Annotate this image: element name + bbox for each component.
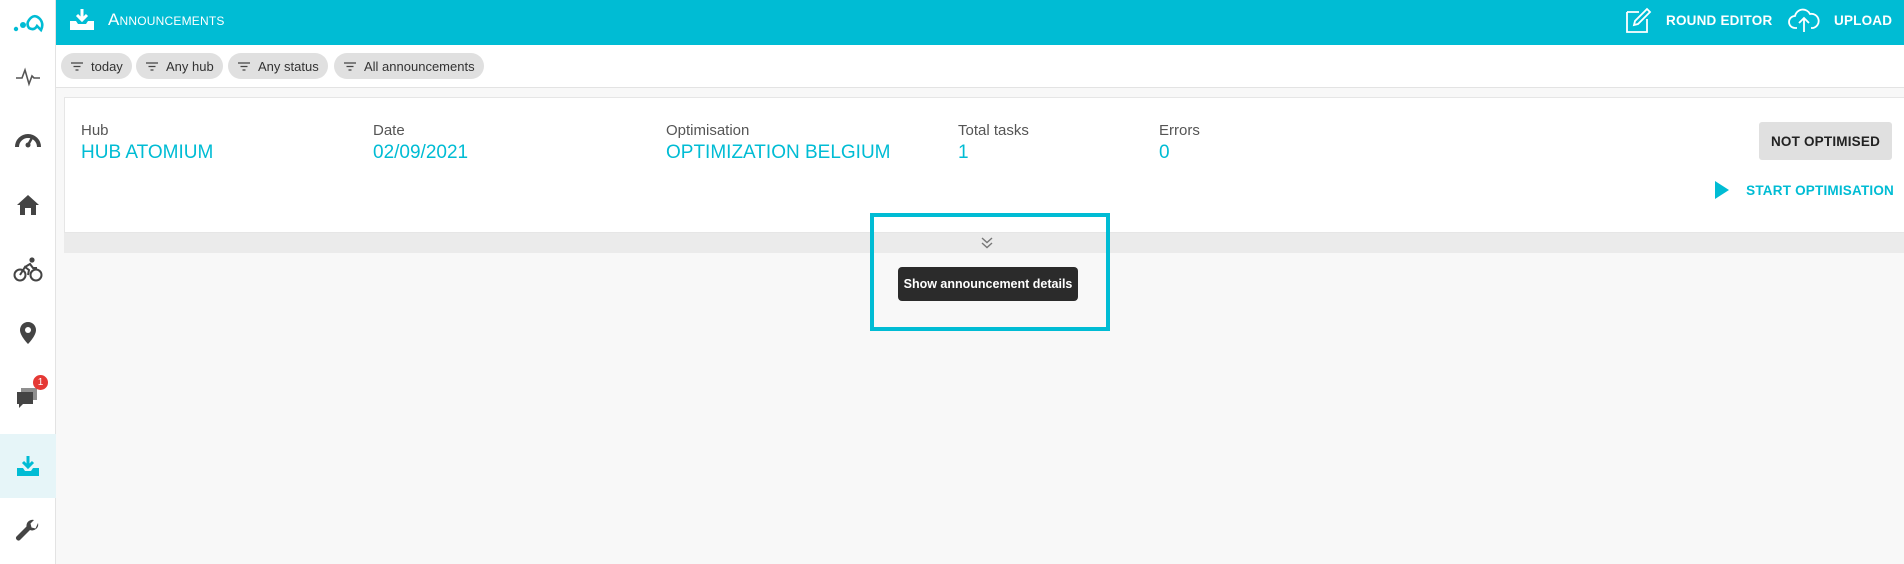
hub-label: Hub: [81, 122, 109, 139]
hub-field: Hub HUB ATOMIUM: [81, 122, 213, 164]
upload-label: UPLOAD: [1834, 12, 1893, 28]
date-label: Date: [373, 122, 405, 139]
date-value[interactable]: 02/09/2021: [373, 142, 468, 164]
sidebar-item-settings[interactable]: [0, 500, 56, 564]
top-bar: Announcements ROUND EDITOR UPLOAD: [56, 0, 1904, 45]
cloud-upload-icon: [1788, 8, 1820, 32]
filter-chip-label: today: [91, 58, 123, 74]
edit-icon: [1626, 7, 1652, 33]
activity-icon: [16, 67, 40, 87]
start-optimisation-button[interactable]: START OPTIMISATION: [1714, 179, 1894, 201]
sidebar-item-activity[interactable]: [0, 45, 56, 109]
start-optimisation-label: START OPTIMISATION: [1746, 182, 1894, 198]
filter-chip-label: All announcements: [364, 58, 475, 74]
double-chevron-down-icon[interactable]: [978, 233, 996, 253]
download-tray-icon: [70, 9, 94, 30]
filter-icon: [344, 61, 356, 71]
notification-badge: 1: [33, 375, 48, 390]
sidebar-item-dashboard[interactable]: [0, 109, 56, 173]
filter-bar: today Any hub Any status All announcemen…: [56, 45, 1904, 88]
date-field: Date 02/09/2021: [373, 122, 468, 164]
upload-button[interactable]: UPLOAD: [1788, 0, 1892, 40]
round-editor-button[interactable]: ROUND EDITOR: [1624, 0, 1772, 40]
filter-chip-type[interactable]: All announcements: [334, 53, 484, 79]
filter-icon: [71, 61, 83, 71]
sidebar-item-home[interactable]: [0, 173, 56, 237]
sidebar-item-announcements[interactable]: [0, 434, 56, 498]
optimisation-label: Optimisation: [666, 122, 750, 139]
sidebar-item-locations[interactable]: [0, 301, 56, 365]
download-tray-icon: [17, 456, 39, 476]
play-icon: [1715, 181, 1730, 199]
errors-field: Errors 0: [1159, 122, 1200, 164]
total-tasks-value[interactable]: 1: [958, 142, 1029, 164]
filter-icon: [238, 61, 250, 71]
errors-label: Errors: [1159, 122, 1200, 139]
total-tasks-label: Total tasks: [958, 122, 1029, 139]
errors-value[interactable]: 0: [1159, 142, 1200, 164]
total-tasks-field: Total tasks 1: [958, 122, 1029, 164]
page-title: Announcements: [108, 10, 225, 29]
location-pin-icon: [20, 322, 36, 344]
dashboard-gauge-icon: [15, 134, 41, 148]
sidebar-item-messages[interactable]: 1: [0, 365, 56, 429]
optimisation-field: Optimisation OPTIMIZATION BELGIUM: [666, 122, 891, 164]
filter-chip-hub[interactable]: Any hub: [136, 53, 223, 79]
sidebar-item-riders[interactable]: [0, 237, 56, 301]
bicycle-icon: [13, 257, 43, 282]
filter-icon: [146, 61, 158, 71]
announcement-card[interactable]: Hub HUB ATOMIUM Date 02/09/2021 Optimisa…: [64, 97, 1904, 233]
filter-chip-label: Any status: [258, 58, 319, 74]
app-logo[interactable]: [0, 0, 56, 45]
filter-chip-label: Any hub: [166, 58, 214, 74]
wrench-icon: [15, 519, 39, 541]
optimisation-value[interactable]: OPTIMIZATION BELGIUM: [666, 142, 891, 164]
round-editor-label: ROUND EDITOR: [1666, 12, 1773, 28]
filter-chip-status[interactable]: Any status: [228, 53, 328, 79]
expand-details-tooltip: Show announcement details: [898, 267, 1078, 301]
home-icon: [17, 195, 39, 215]
optimisation-status-badge[interactable]: NOT OPTIMISED: [1759, 122, 1892, 160]
hub-value[interactable]: HUB ATOMIUM: [81, 142, 213, 164]
filter-chip-date[interactable]: today: [61, 53, 132, 79]
sidebar: 1: [0, 0, 56, 564]
